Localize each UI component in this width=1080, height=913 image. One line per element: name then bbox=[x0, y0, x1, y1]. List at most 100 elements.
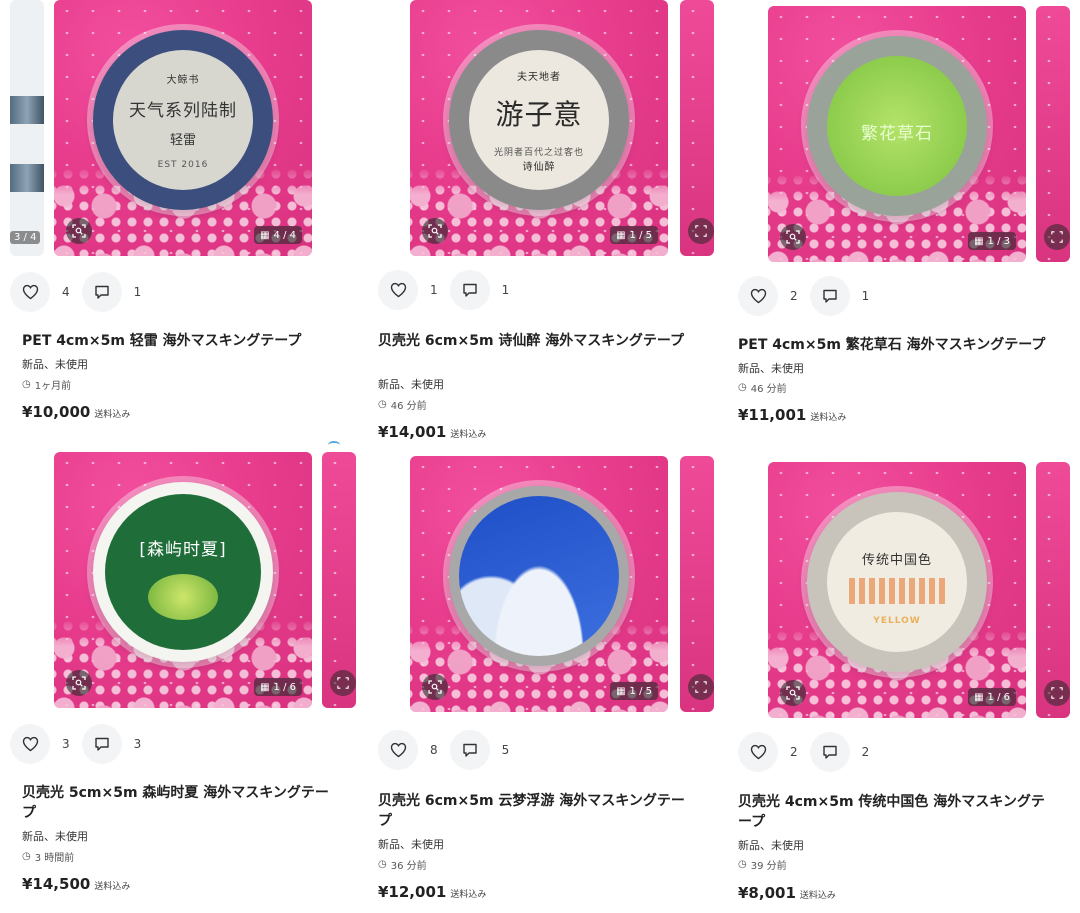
next-image[interactable] bbox=[680, 0, 714, 256]
product-image[interactable]: 夫天地者 游子意 光阴者百代之过客也 诗仙醉 ▦ 1 / 5 bbox=[410, 0, 668, 256]
like-count: 4 bbox=[62, 285, 70, 299]
lens-search-icon[interactable] bbox=[66, 218, 92, 244]
listing-condition: 新品、未使用 bbox=[738, 362, 804, 375]
comment-button[interactable]: 1 bbox=[809, 276, 870, 316]
heart-icon bbox=[22, 736, 38, 752]
listing-condition: 新品、未使用 bbox=[22, 358, 88, 371]
next-image[interactable] bbox=[322, 452, 356, 708]
image-carousel[interactable]: 传统中国色 YELLOW ▦ 1 / 6 bbox=[738, 452, 1073, 718]
product-image[interactable]: 大鲸书 天气系列陆制 轻雷 EST 2016 ▦ 4 / 4 bbox=[54, 0, 312, 256]
listing-time: ◷ 36 分前 bbox=[378, 859, 427, 872]
listing-title[interactable]: 贝壳光 5cm×5m 森屿时夏 海外マスキングテープ bbox=[22, 783, 342, 823]
listing-time: ◷ 1ヶ月前 bbox=[22, 379, 72, 392]
listing-title[interactable]: 贝壳光 6cm×5m 云梦浮游 海外マスキングテープ bbox=[378, 791, 698, 831]
like-button[interactable]: 2 bbox=[738, 276, 798, 316]
clock-icon: ◷ bbox=[378, 399, 387, 410]
tape-text: 繁花草石 bbox=[861, 123, 933, 144]
image-counter: ▦ 4 / 4 bbox=[254, 226, 302, 244]
tape-text: 光阴者百代之过客也 bbox=[493, 147, 584, 158]
tape-brand: 诗仙醉 bbox=[522, 161, 556, 173]
grid-icon: ▦ bbox=[260, 229, 270, 241]
tape-text: 传统中国色 bbox=[861, 552, 932, 568]
lens-search-icon[interactable] bbox=[688, 674, 714, 700]
comment-button[interactable]: 1 bbox=[81, 272, 142, 312]
like-button[interactable]: 1 bbox=[378, 270, 438, 310]
image-carousel[interactable]: [森屿时夏] ▦ 1 / 6 bbox=[10, 452, 356, 712]
tape-roll bbox=[449, 486, 629, 666]
tape-roll: 繁花草石 bbox=[807, 36, 987, 216]
comment-count: 5 bbox=[501, 743, 510, 757]
comment-count: 1 bbox=[133, 285, 142, 299]
listing-price: ¥14,001 送料込み bbox=[378, 423, 487, 441]
comment-icon bbox=[822, 745, 837, 759]
listing-time: ◷ 3 時間前 bbox=[22, 851, 75, 864]
like-count: 3 bbox=[62, 737, 70, 751]
like-button[interactable]: 2 bbox=[738, 732, 798, 772]
product-image[interactable]: ▦ 1 / 5 bbox=[410, 456, 668, 712]
grid-icon: ▦ bbox=[616, 229, 626, 241]
next-image[interactable] bbox=[680, 456, 714, 712]
like-button[interactable]: 4 bbox=[10, 272, 70, 312]
listing-condition: 新品、未使用 bbox=[378, 838, 444, 851]
clock-icon: ◷ bbox=[378, 859, 387, 870]
lens-search-icon[interactable] bbox=[688, 218, 714, 244]
listing-time: ◷ 46 分前 bbox=[378, 399, 427, 412]
loading-indicator bbox=[328, 441, 340, 449]
image-carousel[interactable]: 3 / 4 大鲸书 天气系列陆制 轻雷 EST 2016 ▦ 4 / 4 bbox=[10, 0, 345, 260]
listing-price: ¥11,001 送料込み bbox=[738, 406, 847, 424]
listing-price: ¥12,001 送料込み bbox=[378, 883, 487, 901]
like-count: 8 bbox=[430, 743, 438, 757]
grid-icon: ▦ bbox=[974, 235, 984, 247]
listing-condition: 新品、未使用 bbox=[378, 378, 444, 391]
lens-search-icon[interactable] bbox=[780, 680, 806, 706]
tape-text: 夫天地者 bbox=[517, 71, 561, 83]
like-button[interactable]: 8 bbox=[378, 730, 438, 770]
grid-icon: ▦ bbox=[616, 685, 626, 697]
tape-text: [森屿时夏] bbox=[139, 539, 227, 560]
like-count: 2 bbox=[790, 745, 798, 759]
listing-title[interactable]: 贝壳光 6cm×5m 诗仙醉 海外マスキングテープ bbox=[378, 331, 698, 351]
listing-title[interactable]: PET 4cm×5m 繁花草石 海外マスキングテープ bbox=[738, 335, 1058, 355]
lens-search-icon[interactable] bbox=[66, 670, 92, 696]
clover-illustration bbox=[148, 573, 218, 620]
listing-time: ◷ 46 分前 bbox=[738, 382, 787, 395]
clock-icon: ◷ bbox=[738, 859, 747, 870]
listing-time: ◷ 39 分前 bbox=[738, 859, 787, 872]
lens-search-icon[interactable] bbox=[422, 218, 448, 244]
like-button[interactable]: 3 bbox=[10, 724, 70, 764]
tape-text: 轻雷 bbox=[169, 132, 196, 148]
product-image[interactable]: 传统中国色 YELLOW ▦ 1 / 6 bbox=[768, 462, 1026, 718]
listing-title[interactable]: 贝壳光 4cm×5m 传统中国色 海外マスキングテープ bbox=[738, 792, 1058, 832]
listing-title[interactable]: PET 4cm×5m 轻雷 海外マスキングテープ bbox=[22, 331, 342, 351]
comment-icon bbox=[94, 285, 109, 299]
comment-count: 3 bbox=[133, 737, 142, 751]
comment-button[interactable]: 2 bbox=[809, 732, 869, 772]
grid-icon: ▦ bbox=[974, 691, 984, 703]
clock-icon: ◷ bbox=[738, 382, 747, 393]
lens-search-icon[interactable] bbox=[330, 670, 356, 696]
tape-text: YELLOW bbox=[873, 615, 921, 626]
product-image[interactable]: [森屿时夏] ▦ 1 / 6 bbox=[54, 452, 312, 708]
heart-icon bbox=[750, 288, 766, 304]
lens-search-icon[interactable] bbox=[1044, 224, 1070, 250]
comment-button[interactable]: 5 bbox=[449, 730, 510, 770]
product-image[interactable]: 繁花草石 ▦ 1 / 3 bbox=[768, 6, 1026, 262]
listing-condition: 新品、未使用 bbox=[22, 830, 88, 843]
prev-image[interactable]: 3 / 4 bbox=[10, 0, 44, 256]
calligraphy-illustration bbox=[849, 577, 945, 604]
like-count: 1 bbox=[430, 283, 438, 297]
heart-icon bbox=[22, 284, 38, 300]
lens-search-icon[interactable] bbox=[780, 224, 806, 250]
lens-search-icon[interactable] bbox=[1044, 680, 1070, 706]
image-carousel[interactable]: 繁花草石 ▦ 1 / 3 bbox=[738, 0, 1073, 262]
comment-count: 1 bbox=[861, 289, 870, 303]
image-counter: ▦ 1 / 3 bbox=[968, 232, 1016, 250]
lens-search-icon[interactable] bbox=[422, 674, 448, 700]
comment-button[interactable]: 1 bbox=[449, 270, 509, 310]
image-counter: ▦ 1 / 6 bbox=[254, 678, 302, 696]
image-carousel[interactable]: ▦ 1 / 5 bbox=[378, 452, 714, 712]
image-carousel[interactable]: 夫天地者 游子意 光阴者百代之过客也 诗仙醉 ▦ 1 / 5 bbox=[378, 0, 714, 260]
next-image[interactable] bbox=[1036, 462, 1070, 718]
next-image[interactable] bbox=[1036, 6, 1070, 262]
comment-button[interactable]: 3 bbox=[81, 724, 142, 764]
